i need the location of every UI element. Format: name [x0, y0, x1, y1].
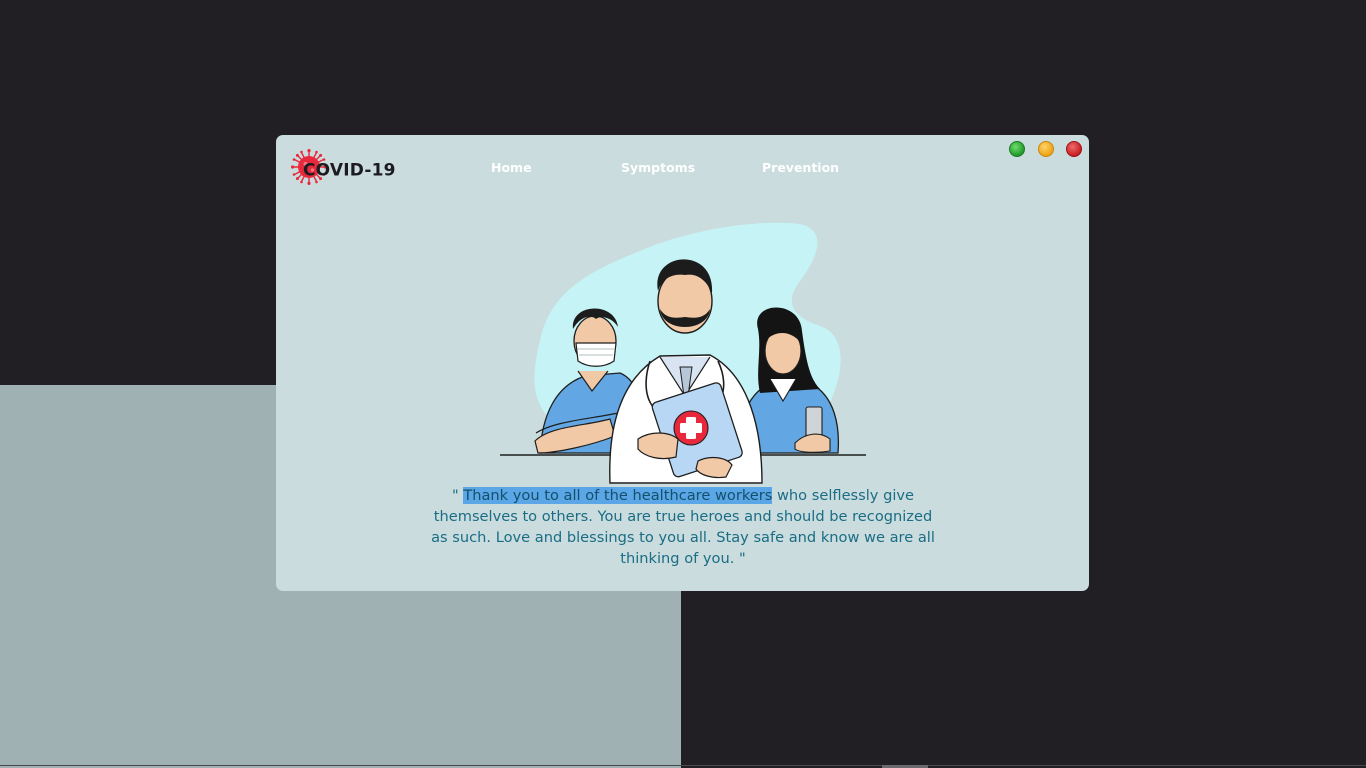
quote-highlighted-text: Thank you to all of the healthcare worke… [463, 487, 773, 504]
app-logo[interactable]: COVID-19 [291, 149, 401, 187]
quote-close: " [739, 550, 746, 567]
close-button[interactable] [1066, 141, 1082, 157]
healthcare-workers-illustration [500, 222, 866, 484]
quote-open: " [451, 487, 464, 504]
medical-cross-icon [673, 410, 709, 446]
nav-prevention-link[interactable]: Prevention [762, 160, 839, 175]
nav-symptoms-link[interactable]: Symptoms [621, 160, 695, 175]
nav-home-link[interactable]: Home [491, 160, 532, 175]
tribute-quote: " Thank you to all of the healthcare wor… [429, 485, 937, 569]
app-window: COVID-19 Home Symptoms Prevention " Than… [276, 135, 1089, 591]
maximize-button[interactable] [1009, 141, 1025, 157]
taskbar-edge [0, 765, 1366, 766]
logo-title: COVID-19 [303, 160, 396, 181]
minimize-button[interactable] [1038, 141, 1054, 157]
